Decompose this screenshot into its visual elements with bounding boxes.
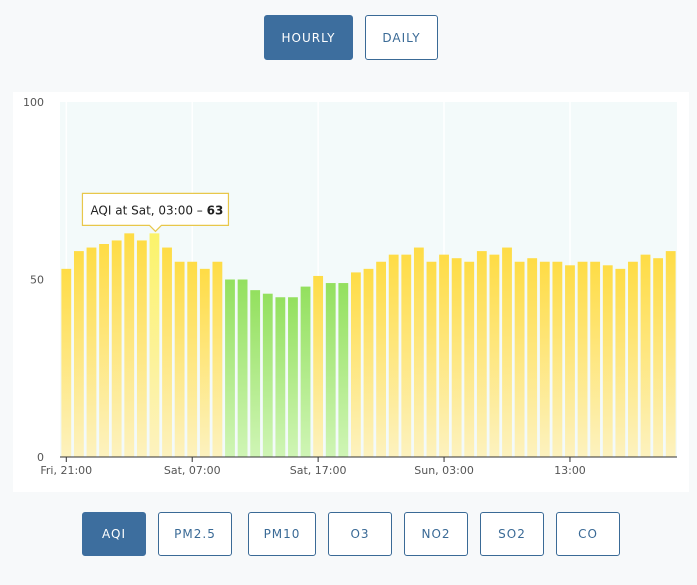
aqi-bar — [149, 233, 160, 457]
aqi-bar — [174, 261, 185, 457]
aqi-bar — [61, 268, 72, 457]
pollutant-button-pm25[interactable]: PM2.5 — [158, 512, 232, 556]
x-tick-label: Sat, 07:00 — [164, 464, 221, 477]
aqi-bar — [338, 283, 349, 457]
aqi-bar — [250, 290, 261, 457]
pollutant-button-no2[interactable]: NO2 — [404, 512, 468, 556]
aqi-bar-chart: 0 50 100 Fri, 21:00 Sat, 07:00 Sat, 17:00 Sun,… — [23, 96, 677, 477]
x-tick-label: Fri, 21:00 — [40, 464, 92, 477]
chart-card: 0 50 100 Fri, 21:00 Sat, 07:00 Sat, 17:00 Sun,… — [13, 92, 689, 492]
pollutant-button-o3[interactable]: O3 — [328, 512, 392, 556]
x-tick-label: Sun, 03:00 — [414, 464, 474, 477]
aqi-bar — [413, 247, 424, 457]
aqi-bar — [489, 254, 500, 457]
x-tick-label: Sat, 17:00 — [290, 464, 347, 477]
pollutant-button-aqi[interactable]: AQI — [82, 512, 146, 556]
aqi-bar — [539, 261, 550, 457]
aqi-bar — [640, 254, 651, 457]
aqi-bar — [124, 233, 135, 457]
aqi-bar — [426, 261, 437, 457]
pollutant-button-co[interactable]: CO — [556, 512, 620, 556]
aqi-bar — [300, 286, 311, 457]
aqi-bar — [99, 244, 109, 457]
aqi-bar — [363, 268, 374, 457]
aqi-bar — [439, 254, 449, 457]
y-tick-label: 0 — [37, 451, 44, 464]
aqi-bar — [262, 293, 273, 457]
aqi-bar — [451, 258, 462, 457]
aqi-bar — [476, 251, 487, 457]
aqi-bar — [288, 297, 298, 457]
aqi-bar — [628, 261, 638, 457]
aqi-bar — [225, 279, 235, 457]
aqi-bar — [237, 279, 248, 457]
aqi-bar — [653, 258, 664, 457]
aqi-bar — [552, 261, 563, 457]
aqi-bar — [615, 268, 626, 457]
x-tick-label: 13:00 — [554, 464, 586, 477]
hourly-button[interactable]: HOURLY — [264, 15, 353, 60]
aqi-bar — [187, 261, 198, 457]
aqi-bar — [275, 297, 286, 457]
aqi-bar — [73, 251, 84, 457]
aqi-bar — [325, 283, 336, 457]
y-tick-label: 100 — [23, 96, 44, 109]
aqi-bar — [376, 261, 387, 457]
aqi-bar — [212, 261, 223, 457]
pollutant-button-pm10[interactable]: PM10 — [248, 512, 316, 556]
aqi-bar — [527, 258, 538, 457]
daily-button[interactable]: DAILY — [365, 15, 438, 60]
pollutant-button-so2[interactable]: SO2 — [480, 512, 544, 556]
aqi-bar — [111, 240, 122, 457]
y-tick-label: 50 — [30, 274, 44, 287]
aqi-bar — [665, 251, 676, 457]
aqi-bar — [464, 261, 475, 457]
aqi-bar — [565, 265, 575, 457]
aqi-bar — [199, 268, 210, 457]
aqi-bar — [502, 247, 512, 457]
tooltip-text: AQI at Sat, 03:00 – 63 — [90, 203, 223, 217]
aqi-bar — [313, 275, 324, 457]
aqi-bar — [136, 240, 147, 457]
aqi-bar — [350, 272, 361, 457]
range-toggle: HOURLY DAILY — [0, 15, 697, 61]
aqi-bar — [388, 254, 399, 457]
aqi-bar — [162, 247, 172, 457]
aqi-bar — [577, 261, 588, 457]
aqi-bar — [401, 254, 412, 457]
aqi-bar — [514, 261, 525, 457]
aqi-bar — [86, 247, 97, 457]
aqi-bar — [602, 265, 613, 457]
aqi-bar — [590, 261, 601, 457]
pollutant-selector: AQI PM2.5 PM10 O3 NO2 SO2 CO — [0, 512, 697, 557]
